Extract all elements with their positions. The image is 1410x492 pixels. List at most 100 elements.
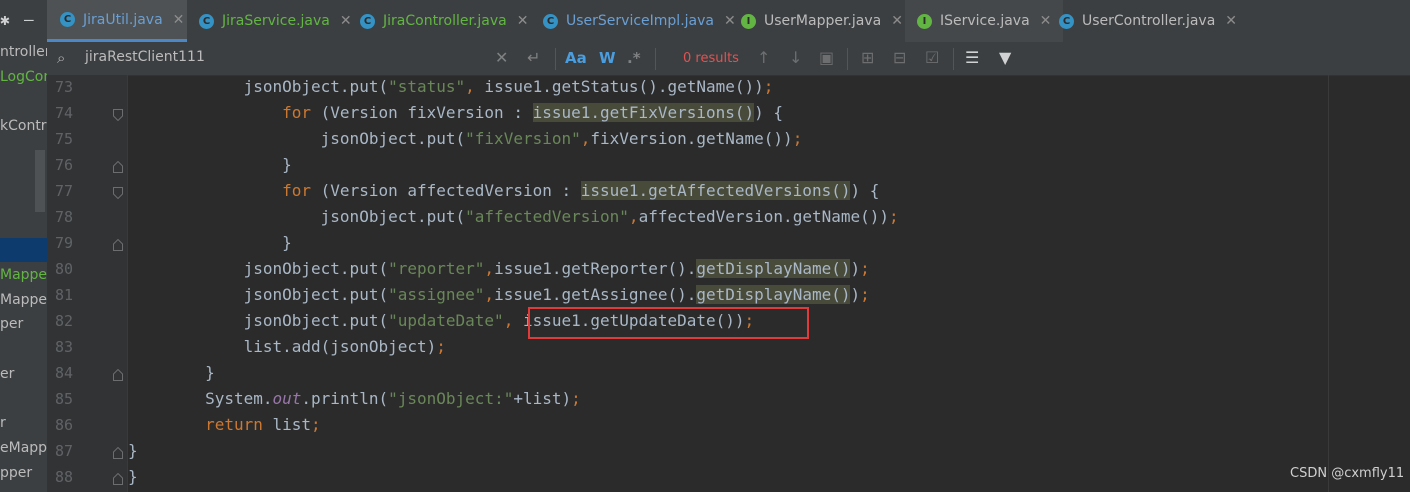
line-number: 73 — [54, 78, 73, 96]
code-line[interactable]: } — [128, 155, 292, 174]
project-selected-row[interactable] — [0, 238, 47, 262]
project-item[interactable]: ntroller — [0, 44, 47, 60]
code-line[interactable]: } — [128, 441, 138, 460]
select-all-icon[interactable]: ▣ — [819, 48, 834, 67]
class-icon: C — [1059, 13, 1074, 29]
divider — [847, 48, 848, 70]
line-number: 77 — [54, 182, 73, 200]
code-line[interactable]: } — [128, 467, 138, 486]
close-icon[interactable]: ✕ — [1225, 13, 1237, 29]
line-number: 88 — [54, 468, 73, 486]
regex-toggle[interactable]: .* — [627, 49, 641, 67]
tab-user-mapper[interactable]: I UserMapper.java ✕ — [741, 0, 903, 42]
tab-user-controller[interactable]: C UserController.java ✕ — [1059, 0, 1237, 42]
close-icon[interactable]: ✕ — [1040, 13, 1052, 29]
class-icon: C — [360, 13, 375, 29]
editor-tabs: C JiraUtil.java ✕ C JiraService.java ✕ C… — [47, 0, 1410, 43]
gear-icon[interactable]: ✱ — [0, 10, 10, 29]
class-icon: C — [543, 13, 558, 29]
close-icon[interactable]: ✕ — [891, 13, 903, 29]
project-item[interactable]: Mapper — [0, 292, 47, 308]
next-occurrence-icon[interactable]: ↓ — [789, 48, 802, 67]
fold-start-icon[interactable] — [113, 109, 123, 121]
tab-jira-util[interactable]: C JiraUtil.java ✕ — [47, 0, 187, 42]
close-icon[interactable]: ✕ — [340, 13, 352, 29]
match-case-toggle[interactable]: Aa — [565, 49, 587, 67]
code-line[interactable]: return list; — [128, 415, 321, 434]
line-number: 76 — [54, 156, 73, 174]
filter-icon[interactable]: ▼ — [999, 48, 1011, 67]
code-line[interactable]: jsonObject.put("status", issue1.getStatu… — [128, 77, 774, 96]
minimize-icon[interactable]: — — [24, 10, 34, 29]
tab-user-service-impl[interactable]: C UserServiceImpl.java ✕ — [543, 0, 736, 42]
divider — [555, 48, 556, 70]
code-line[interactable]: list.add(jsonObject); — [128, 337, 446, 356]
words-toggle[interactable]: W — [599, 49, 616, 67]
remove-occurrence-icon[interactable]: ⊟ — [893, 48, 906, 67]
tab-jira-controller[interactable]: C JiraController.java ✕ — [360, 0, 528, 42]
line-number: 81 — [54, 286, 73, 304]
code-line[interactable]: jsonObject.put("reporter",issue1.getRepo… — [128, 259, 870, 278]
line-number: 82 — [54, 312, 73, 330]
search-input[interactable]: jiraRestClient111 — [85, 49, 205, 65]
tab-label: UserMapper.java — [764, 13, 882, 29]
fold-end-icon[interactable] — [113, 239, 123, 251]
results-count: 0 results — [683, 51, 739, 66]
watermark: CSDN @cxmfly11 — [1290, 466, 1405, 481]
project-item[interactable]: pper — [0, 465, 32, 481]
previous-occurrence-icon[interactable]: ↑ — [757, 48, 770, 67]
multiline-icon[interactable]: ☰ — [965, 48, 979, 67]
search-icon[interactable]: ⌕ — [57, 49, 65, 67]
fold-end-icon[interactable] — [113, 161, 123, 173]
line-number: 87 — [54, 442, 73, 460]
new-line-icon[interactable]: ↵ — [527, 48, 540, 67]
divider — [953, 48, 954, 70]
tab-label: JiraUtil.java — [83, 11, 163, 28]
code-line[interactable]: for (Version affectedVersion : issue1.ge… — [128, 181, 879, 200]
select-occurrences-icon[interactable]: ☑ — [925, 48, 939, 67]
tab-label: JiraController.java — [383, 13, 507, 29]
line-number: 75 — [54, 130, 73, 148]
highlight-annotation — [528, 307, 809, 339]
close-icon[interactable]: ✕ — [173, 12, 185, 28]
tab-jira-service[interactable]: C JiraService.java ✕ — [199, 0, 352, 42]
project-panel: ✱ — ntroller LogCon kControl Mapper Mapp… — [0, 0, 47, 492]
code-line[interactable]: for (Version fixVersion : issue1.getFixV… — [128, 103, 783, 122]
project-item[interactable]: Mapper — [0, 267, 47, 283]
tab-iservice[interactable]: I IService.java ✕ — [905, 0, 1064, 42]
interface-icon: I — [741, 13, 756, 29]
line-number: 78 — [54, 208, 73, 226]
tab-label: IService.java — [940, 13, 1030, 29]
close-icon[interactable]: ✕ — [724, 13, 736, 29]
divider — [655, 48, 656, 70]
clear-icon[interactable]: ✕ — [495, 48, 508, 67]
fold-start-icon[interactable] — [113, 187, 123, 199]
code-line[interactable]: System.out.println("jsonObject:"+list); — [128, 389, 581, 408]
project-item[interactable]: kControl — [0, 118, 47, 134]
code-line[interactable]: jsonObject.put("fixVersion",fixVersion.g… — [128, 129, 803, 148]
project-item[interactable]: eMapper — [0, 440, 47, 456]
project-item[interactable]: r — [0, 415, 6, 431]
code-line[interactable]: jsonObject.put("affectedVersion",affecte… — [128, 207, 899, 226]
tab-label: UserServiceImpl.java — [566, 13, 714, 29]
code-line[interactable]: jsonObject.put("assignee",issue1.getAssi… — [128, 285, 870, 304]
class-icon: C — [199, 13, 214, 29]
project-item[interactable]: er — [0, 366, 14, 382]
right-margin-guide — [1328, 75, 1329, 492]
project-scrollbar[interactable] — [35, 150, 45, 212]
code-line[interactable]: } — [128, 363, 215, 382]
code-line[interactable]: } — [128, 233, 292, 252]
find-bar: ⌕ jiraRestClient111 ✕ ↵ Aa W .* 0 result… — [47, 42, 1410, 76]
fold-end-icon[interactable] — [113, 447, 123, 459]
add-occurrence-icon[interactable]: ⊞ — [861, 48, 874, 67]
project-item[interactable]: per — [0, 316, 23, 332]
close-icon[interactable]: ✕ — [517, 13, 529, 29]
project-item[interactable]: LogCon — [0, 69, 47, 85]
tab-label: UserController.java — [1082, 13, 1216, 29]
fold-end-icon[interactable] — [113, 369, 123, 381]
line-number: 83 — [54, 338, 73, 356]
fold-end-icon[interactable] — [113, 473, 123, 485]
tab-label: JiraService.java — [222, 13, 330, 29]
line-number: 85 — [54, 390, 73, 408]
line-number: 86 — [54, 416, 73, 434]
